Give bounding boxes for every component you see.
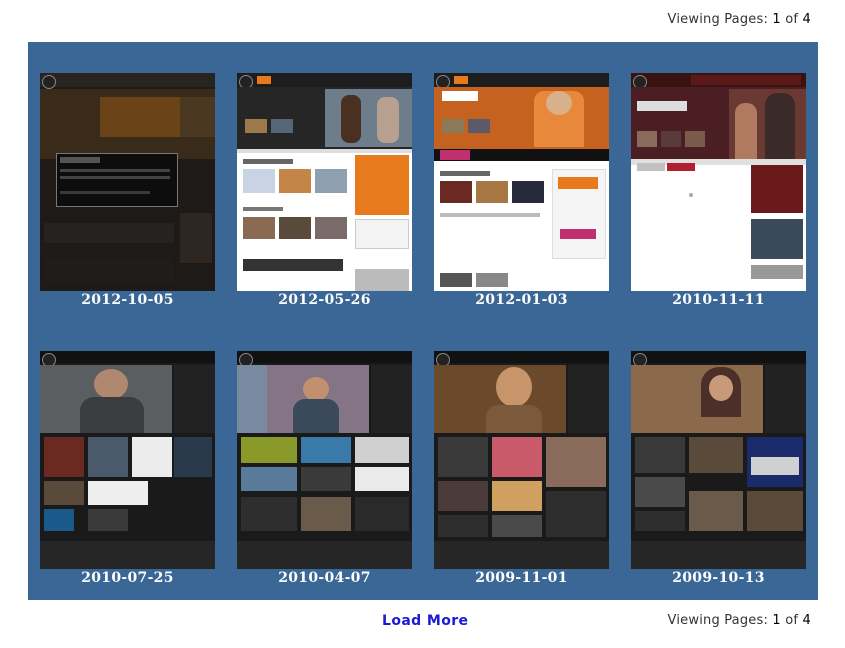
snapshot-date[interactable]: 2010-04-07 xyxy=(237,570,412,586)
snapshot-thumbnail[interactable] xyxy=(40,73,215,291)
pager-of: of xyxy=(785,12,799,27)
snapshot-date[interactable]: 2012-05-26 xyxy=(237,292,412,308)
load-more-link[interactable]: Load More xyxy=(382,613,468,629)
snapshot-thumbnail[interactable] xyxy=(237,351,412,569)
snapshot-thumbnail[interactable] xyxy=(631,73,806,291)
snapshot-thumbnail[interactable] xyxy=(434,73,609,291)
pager-current: 1 xyxy=(772,613,781,628)
snapshot-date[interactable]: 2010-11-11 xyxy=(631,292,806,308)
snapshot-gallery: 2012-10-05 2012-05-26 2012-01-03 2010-11… xyxy=(28,42,818,600)
snapshot-thumbnail[interactable] xyxy=(434,351,609,569)
snapshot-date[interactable]: 2012-01-03 xyxy=(434,292,609,308)
pager-total: 4 xyxy=(802,613,811,628)
pager-of: of xyxy=(785,613,799,628)
pager-total: 4 xyxy=(802,12,811,27)
pager-current: 1 xyxy=(772,12,781,27)
snapshot-date[interactable]: 2009-11-01 xyxy=(434,570,609,586)
snapshot-date[interactable]: 2009-10-13 xyxy=(631,570,806,586)
pager-bottom: Viewing Pages: 1 of 4 xyxy=(668,613,811,628)
pager-label: Viewing Pages: xyxy=(667,613,769,628)
snapshot-date[interactable]: 2010-07-25 xyxy=(40,570,215,586)
snapshot-thumbnail[interactable] xyxy=(40,351,215,569)
snapshot-thumbnail[interactable] xyxy=(631,351,806,569)
pager-label: Viewing Pages: xyxy=(667,12,769,27)
snapshot-date[interactable]: 2012-10-05 xyxy=(40,292,215,308)
snapshot-thumbnail[interactable] xyxy=(237,73,412,291)
pager-top: Viewing Pages: 1 of 4 xyxy=(668,12,811,27)
